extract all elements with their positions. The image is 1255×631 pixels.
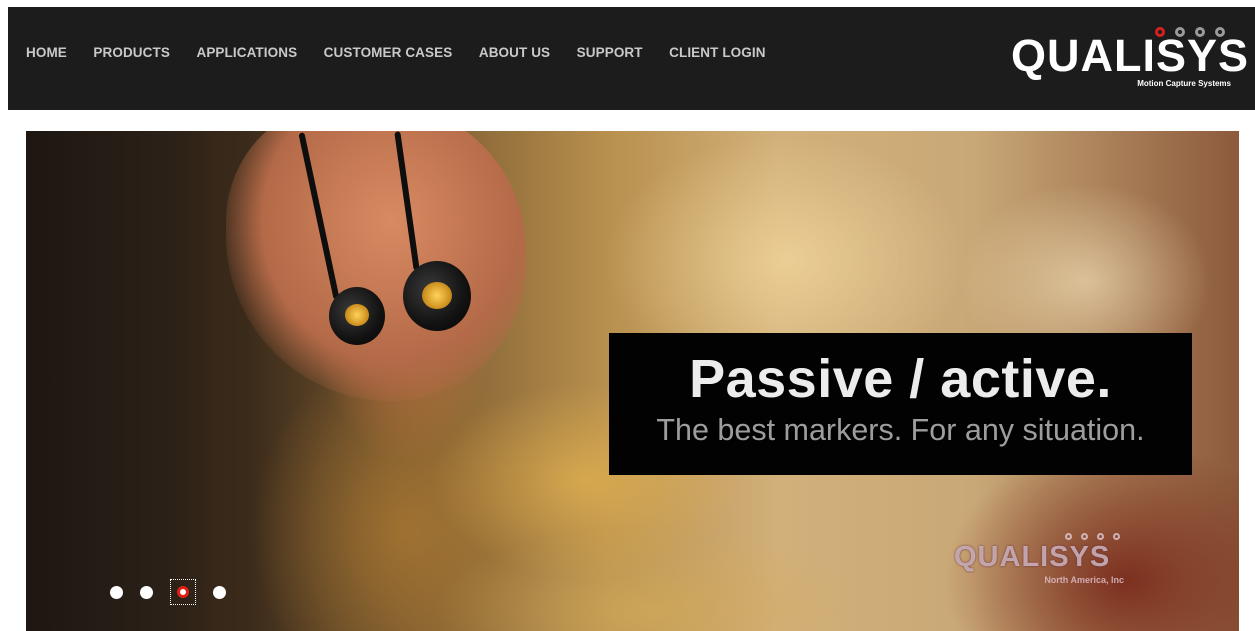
slide-dot-1[interactable] [110, 585, 123, 599]
hero-slideshow[interactable]: Passive / active. The best markers. For … [26, 131, 1239, 631]
watermark-tagline: North America, Inc [1044, 575, 1124, 585]
slide-dot-2[interactable] [140, 585, 153, 599]
top-navigation-bar: HOME PRODUCTS APPLICATIONS CUSTOMER CASE… [8, 7, 1255, 110]
hero-background-shadow [26, 131, 216, 631]
motion-capture-marker [403, 261, 471, 331]
nav-item-about-us[interactable]: ABOUT US [479, 45, 550, 60]
motion-capture-marker [329, 287, 385, 345]
slideshow-pagination [110, 579, 243, 605]
nav-item-applications[interactable]: APPLICATIONS [196, 45, 297, 60]
nav-item-home[interactable]: HOME [26, 45, 67, 60]
logo-tagline: Motion Capture Systems [1137, 79, 1231, 88]
logo-wordmark: QUALISYS [1011, 30, 1250, 81]
slide-dot-4[interactable] [213, 585, 226, 599]
slide-dot-3-active[interactable] [170, 579, 196, 605]
main-nav: HOME PRODUCTS APPLICATIONS CUSTOMER CASE… [26, 45, 792, 60]
nav-item-customer-cases[interactable]: CUSTOMER CASES [324, 45, 453, 60]
marker-lens [344, 304, 370, 327]
nav-item-support[interactable]: SUPPORT [577, 45, 643, 60]
slide-subheadline: The best markers. For any situation. [656, 412, 1145, 447]
watermark-logo: QUALISYS North America, Inc [954, 533, 1126, 593]
nav-item-products[interactable]: PRODUCTS [93, 45, 170, 60]
slide-headline: Passive / active. [689, 349, 1112, 409]
hand-image [226, 131, 526, 401]
slide-caption: Passive / active. The best markers. For … [609, 333, 1192, 475]
nav-item-client-login[interactable]: CLIENT LOGIN [669, 45, 765, 60]
watermark-dots-icon [1065, 533, 1120, 540]
watermark-wordmark: QUALISYS [954, 541, 1111, 573]
qualisys-logo[interactable]: QUALISYS Motion Capture Systems [1011, 27, 1248, 91]
marker-lens [422, 282, 452, 309]
